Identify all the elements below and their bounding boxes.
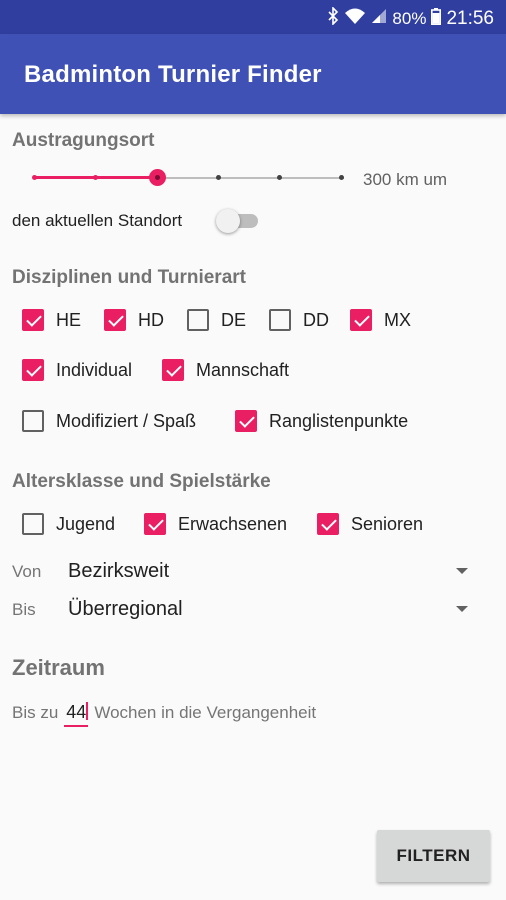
von-label: Von bbox=[12, 562, 42, 581]
battery-percent: 80% bbox=[392, 8, 427, 28]
section-title-altersklasse: Altersklasse und Spielstärke bbox=[12, 471, 271, 492]
checkbox-dd[interactable]: DD bbox=[269, 309, 329, 331]
checkbox-label: HD bbox=[138, 309, 164, 330]
von-spinner[interactable]: Bezirksweit bbox=[68, 557, 472, 587]
checkbox-individual[interactable]: Individual bbox=[22, 359, 132, 381]
checkbox-he[interactable]: HE bbox=[22, 309, 81, 331]
von-value: Bezirksweit bbox=[68, 560, 170, 582]
checkbox-box bbox=[104, 309, 126, 331]
status-bar: 80% 21:56 bbox=[0, 0, 506, 34]
zeitraum-row: Bis zu 44 Wochen in die Vergangenheit bbox=[12, 702, 316, 727]
checkbox-erwachsenen[interactable]: Erwachsenen bbox=[144, 513, 287, 535]
checkbox-label: Senioren bbox=[351, 513, 424, 534]
section-title-zeitraum: Zeitraum bbox=[12, 655, 105, 680]
distance-slider[interactable] bbox=[32, 168, 344, 188]
bis-spinner[interactable]: Überregional bbox=[68, 595, 472, 625]
slider-value-label: 300 km um bbox=[363, 170, 448, 189]
checkbox-box bbox=[350, 309, 372, 331]
checkbox-box bbox=[22, 359, 44, 381]
checkbox-ranglistenpunkte[interactable]: Ranglistenpunkte bbox=[235, 410, 408, 432]
slider-tick bbox=[277, 175, 282, 180]
bluetooth-icon bbox=[327, 6, 339, 30]
bis-value: Überregional bbox=[68, 598, 183, 620]
slider-thumb[interactable] bbox=[149, 169, 166, 186]
checkbox-box bbox=[162, 359, 184, 381]
weeks-input[interactable]: 44 bbox=[64, 702, 89, 727]
slider-tick bbox=[93, 175, 98, 180]
dropdown-arrow-icon bbox=[456, 568, 468, 574]
checkbox-box bbox=[317, 513, 339, 535]
checkbox-hd[interactable]: HD bbox=[104, 309, 164, 331]
section-title-disziplinen: Disziplinen und Turnierart bbox=[12, 267, 246, 288]
zeitraum-suffix: Wochen in die Vergangenheit bbox=[94, 703, 317, 722]
checkbox-label: Jugend bbox=[56, 513, 116, 534]
checkbox-modifiziert[interactable]: Modifiziert / Spaß bbox=[22, 410, 196, 432]
slider-tick bbox=[339, 175, 344, 180]
checkbox-mannschaft[interactable]: Mannschaft bbox=[162, 359, 289, 381]
checkbox-box bbox=[187, 309, 209, 331]
checkbox-jugend[interactable]: Jugend bbox=[22, 513, 115, 535]
location-label: den aktuellen Standort bbox=[12, 211, 183, 230]
checkbox-box bbox=[269, 309, 291, 331]
location-switch[interactable] bbox=[216, 209, 260, 233]
dropdown-arrow-icon bbox=[456, 606, 468, 612]
checkbox-senioren[interactable]: Senioren bbox=[317, 513, 423, 535]
app-title: Badminton Turnier Finder bbox=[24, 61, 322, 88]
bis-label: Bis bbox=[12, 600, 36, 619]
text-caret bbox=[86, 702, 89, 720]
app-bar: Badminton Turnier Finder bbox=[0, 34, 506, 114]
section-title-austragungsort: Austragungsort bbox=[12, 130, 155, 151]
checkbox-label: Individual bbox=[56, 359, 133, 380]
checkbox-mx[interactable]: MX bbox=[350, 309, 411, 331]
clock: 21:56 bbox=[446, 7, 494, 29]
status-icons: 80% 21:56 bbox=[327, 6, 494, 30]
checkbox-label: Erwachsenen bbox=[178, 513, 288, 534]
checkbox-label: HE bbox=[56, 309, 82, 330]
checkbox-box bbox=[22, 309, 44, 331]
checkbox-label: Ranglistenpunkte bbox=[269, 410, 409, 431]
wifi-icon bbox=[344, 7, 366, 30]
checkbox-box bbox=[235, 410, 257, 432]
signal-icon bbox=[371, 8, 387, 29]
checkbox-de[interactable]: DE bbox=[187, 309, 246, 331]
checkbox-label: DE bbox=[221, 309, 247, 330]
filter-button[interactable]: FILTERN bbox=[377, 830, 490, 882]
zeitraum-prefix: Bis zu bbox=[12, 703, 59, 722]
battery-icon bbox=[431, 7, 442, 30]
checkbox-box bbox=[22, 513, 44, 535]
checkbox-label: Modifiziert / Spaß bbox=[56, 410, 197, 431]
checkbox-box bbox=[144, 513, 166, 535]
checkbox-label: DD bbox=[303, 309, 329, 330]
checkbox-label: MX bbox=[384, 309, 411, 330]
slider-tick bbox=[32, 175, 37, 180]
weeks-value: 44 bbox=[66, 702, 87, 722]
checkbox-label: Mannschaft bbox=[196, 359, 290, 380]
switch-knob bbox=[216, 209, 240, 233]
slider-tick bbox=[216, 175, 221, 180]
checkbox-box bbox=[22, 410, 44, 432]
